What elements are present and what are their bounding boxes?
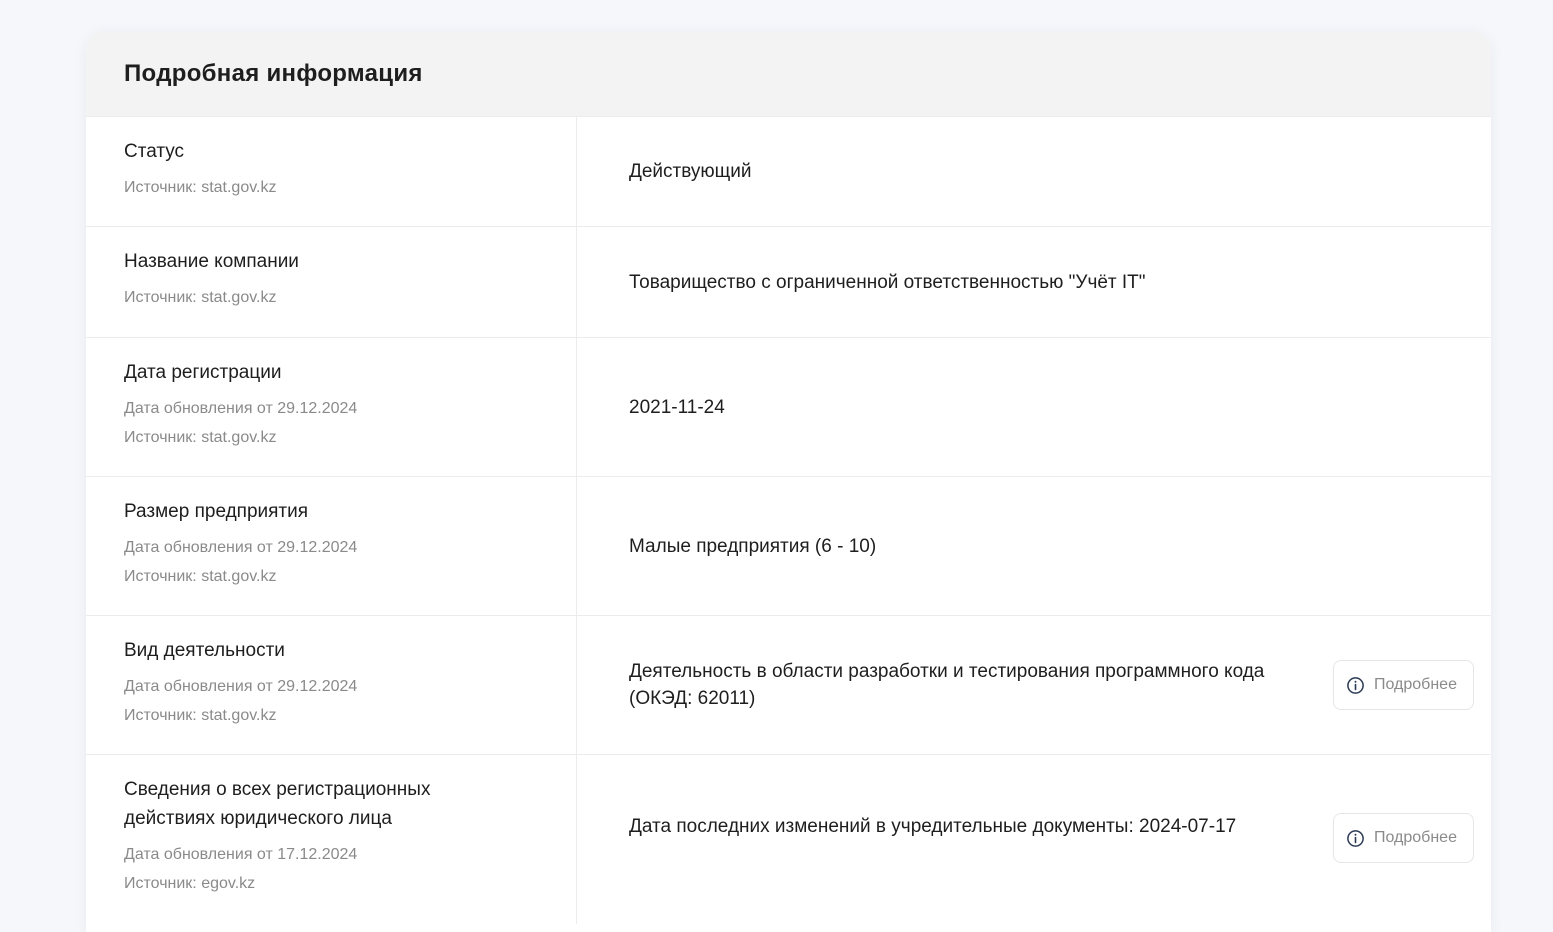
row-source: Источник: stat.gov.kz xyxy=(124,429,277,446)
row-label-cell: Дата регистрации Дата обновления от 29.1… xyxy=(86,338,577,476)
row-value: Деятельность в области разработки и тест… xyxy=(629,661,1265,709)
info-row-registration-actions: Сведения о всех регистрационных действия… xyxy=(86,754,1491,924)
row-label: Вид деятельности xyxy=(124,640,285,661)
row-label: Статус xyxy=(124,141,185,162)
info-icon xyxy=(1346,676,1365,695)
row-source: Источник: stat.gov.kz xyxy=(124,179,277,196)
panel-title: Подробная информация xyxy=(124,60,423,87)
row-label: Сведения о всех регистрационных действия… xyxy=(124,779,431,829)
row-label: Дата регистрации xyxy=(124,362,282,383)
row-source: Источник: stat.gov.kz xyxy=(124,707,277,724)
row-label-cell: Размер предприятия Дата обновления от 29… xyxy=(86,477,577,615)
more-details-label: Подробнее xyxy=(1374,829,1457,846)
row-source: Источник: stat.gov.kz xyxy=(124,289,277,306)
row-value: Товарищество с ограниченной ответственно… xyxy=(629,271,1146,293)
row-value-cell: Действующий xyxy=(577,117,1491,226)
info-icon xyxy=(1346,829,1365,848)
row-label-cell: Название компании Источник: stat.gov.kz xyxy=(86,227,577,337)
row-source: Источник: egov.kz xyxy=(124,875,256,892)
row-label: Название компании xyxy=(124,251,299,272)
row-label-cell: Статус Источник: stat.gov.kz xyxy=(86,117,577,226)
row-value-cell: Дата последних изменений в учредительные… xyxy=(577,755,1491,924)
row-value: Дата последних изменений в учредительные… xyxy=(629,816,1237,837)
row-value-cell: 2021-11-24 xyxy=(577,338,1491,476)
row-updated: Дата обновления от 29.12.2024 xyxy=(124,400,358,417)
info-row-company-size: Размер предприятия Дата обновления от 29… xyxy=(86,476,1491,615)
row-source: Источник: stat.gov.kz xyxy=(124,568,277,585)
more-details-label: Подробнее xyxy=(1374,676,1457,693)
row-value: Малые предприятия (6 - 10) xyxy=(629,535,877,557)
more-details-button[interactable]: Подробнее xyxy=(1333,813,1474,863)
row-updated: Дата обновления от 29.12.2024 xyxy=(124,678,358,695)
row-value-cell: Деятельность в области разработки и тест… xyxy=(577,616,1491,754)
info-row-registration-date: Дата регистрации Дата обновления от 29.1… xyxy=(86,337,1491,476)
row-value: Действующий xyxy=(629,161,752,182)
info-row-status: Статус Источник: stat.gov.kz Действующий xyxy=(86,116,1491,226)
row-label-cell: Сведения о всех регистрационных действия… xyxy=(86,755,577,924)
details-panel: Подробная информация Статус Источник: st… xyxy=(86,32,1491,932)
info-row-company-name: Название компании Источник: stat.gov.kz … xyxy=(86,226,1491,337)
panel-header: Подробная информация xyxy=(86,32,1491,116)
row-updated: Дата обновления от 29.12.2024 xyxy=(124,539,358,556)
row-value: 2021-11-24 xyxy=(629,396,725,418)
more-details-button[interactable]: Подробнее xyxy=(1333,660,1474,710)
row-label: Размер предприятия xyxy=(124,501,309,522)
row-value-cell: Малые предприятия (6 - 10) xyxy=(577,477,1491,615)
row-value-cell: Товарищество с ограниченной ответственно… xyxy=(577,227,1491,337)
row-updated: Дата обновления от 17.12.2024 xyxy=(124,846,358,863)
info-row-activity-type: Вид деятельности Дата обновления от 29.1… xyxy=(86,615,1491,754)
row-label-cell: Вид деятельности Дата обновления от 29.1… xyxy=(86,616,577,754)
